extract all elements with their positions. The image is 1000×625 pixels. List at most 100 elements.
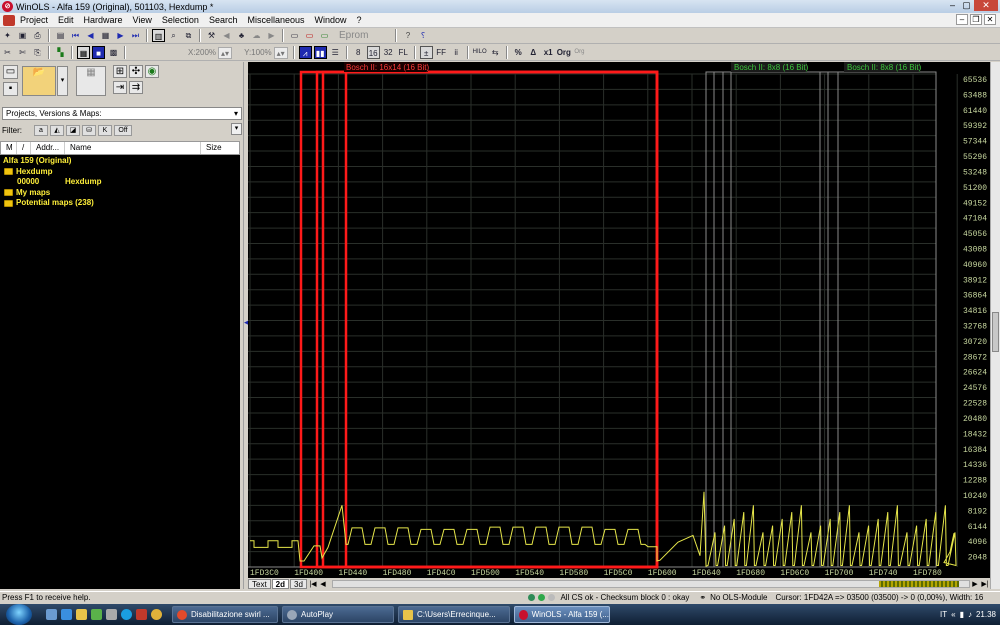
maximize-button[interactable]: ▢ <box>960 0 973 11</box>
tab-text[interactable]: Text <box>248 578 271 589</box>
map-view-icon[interactable]: ▩ <box>107 46 120 59</box>
task-winols[interactable]: WinOLS - Alfa 159 (... <box>514 606 610 623</box>
open-dropdown-icon[interactable]: ▾ <box>57 66 68 96</box>
print-icon[interactable]: ⎙ <box>31 29 44 42</box>
delta-icon[interactable]: Δ <box>527 46 540 59</box>
filter-dropdown-icon[interactable]: ▾ <box>231 123 242 135</box>
back-icon[interactable]: ◀ <box>220 29 233 42</box>
scrollbar-thumb[interactable] <box>992 312 999 352</box>
tree-icon[interactable]: ♣ <box>235 29 248 42</box>
filter-text-icon[interactable]: a <box>34 124 48 136</box>
prev-icon[interactable]: ◀ <box>84 29 97 42</box>
export-map-icon[interactable]: ⇉ <box>129 81 143 94</box>
media-icon[interactable] <box>91 609 102 620</box>
clock[interactable]: 21.38 <box>976 610 996 619</box>
menu-search[interactable]: Search <box>204 15 243 25</box>
task-autoplay[interactable]: AutoPlay <box>282 606 394 623</box>
network-icon[interactable]: ▮ <box>960 610 964 619</box>
forward-icon[interactable]: ▶ <box>265 29 278 42</box>
hexdump-graph[interactable]: Bosch II: 8x8 (16 Bit) Bosch II: 8x8 (16 … <box>248 62 990 578</box>
ie-icon[interactable] <box>61 609 72 620</box>
menu-project[interactable]: Project <box>15 15 53 25</box>
hilo-button[interactable]: HILO <box>473 46 487 59</box>
filter-2d-icon[interactable]: ◭ <box>50 124 64 136</box>
cloud-icon[interactable]: ☁ <box>250 29 263 42</box>
menu-help[interactable]: ? <box>352 15 367 25</box>
first-icon[interactable]: ⏮ <box>69 29 82 42</box>
column-size[interactable]: Size <box>201 142 239 154</box>
wave-view-icon[interactable]: ⩘ <box>298 46 312 59</box>
scroll-next-icon[interactable]: ▶ <box>970 580 980 588</box>
tree-folder-potential-maps[interactable]: Potential maps (238) <box>0 198 240 209</box>
volume-icon[interactable]: ♪ <box>968 610 972 619</box>
next-icon[interactable]: ▶ <box>114 29 127 42</box>
find-icon[interactable]: ⌕ <box>167 29 180 42</box>
table-view-icon[interactable]: ▦ <box>77 46 90 59</box>
scroll-last-icon[interactable]: ▶| <box>980 580 990 588</box>
winols-logo-icon[interactable]: ⊘ <box>2 1 13 12</box>
percent-icon[interactable]: % <box>512 46 525 59</box>
filter-off-button[interactable]: Off <box>114 124 132 136</box>
column-m[interactable]: M <box>1 142 17 154</box>
minimize-button[interactable]: – <box>946 0 959 11</box>
menu-hardware[interactable]: Hardware <box>79 15 128 25</box>
bit-32-button[interactable]: 32 <box>382 46 395 59</box>
map-tool-icon[interactable]: ✣ <box>129 65 143 78</box>
eprom-label[interactable]: Eprom <box>333 29 374 42</box>
graph-view-icon[interactable]: ■ <box>92 46 105 59</box>
signed-icon[interactable]: ± <box>419 46 433 59</box>
layout-icon[interactable]: ▚ <box>54 46 67 59</box>
tray-chevron-icon[interactable]: « <box>951 610 955 619</box>
eprom-dropdown-icon[interactable]: ▭ <box>318 29 331 42</box>
hexdump-view-icon[interactable]: ▥ <box>152 29 165 42</box>
project-tree[interactable]: Alfa 159 (Original) Hexdump 00000 Hexdum… <box>0 155 240 589</box>
filter-kh-icon[interactable]: K <box>98 124 112 136</box>
swap-icon[interactable]: ⇆ <box>489 46 502 59</box>
wand-icon[interactable]: ✦ <box>1 29 14 42</box>
tools-icon[interactable]: ⚒ <box>205 29 218 42</box>
copy-icon[interactable]: ✄ <box>16 46 29 59</box>
menu-view[interactable]: View <box>128 15 157 25</box>
security-icon[interactable] <box>136 609 147 620</box>
globe-icon[interactable]: ◉ <box>145 65 159 78</box>
menu-edit[interactable]: Edit <box>53 15 79 25</box>
export-icon[interactable]: ⇥ <box>113 81 127 94</box>
doc-red-icon[interactable]: ▭ <box>303 29 316 42</box>
tree-folder-my-maps[interactable]: My maps <box>0 188 240 199</box>
doc-icon[interactable]: ▭ <box>288 29 301 42</box>
tree-root[interactable]: Alfa 159 (Original) <box>0 156 240 167</box>
show-desktop-icon[interactable] <box>46 609 57 620</box>
paste-icon[interactable]: ⎘ <box>31 46 44 59</box>
vertical-scrollbar[interactable] <box>990 62 1000 589</box>
list-icon[interactable]: ☰ <box>329 46 342 59</box>
column-address[interactable]: Addr... <box>31 142 65 154</box>
task-explorer[interactable]: C:\Users\Errecinque... <box>398 606 510 623</box>
column-slash[interactable]: / <box>17 142 31 154</box>
scroll-prev-icon[interactable]: ◀ <box>318 580 328 588</box>
compare-icon[interactable]: ⧉ <box>182 29 195 42</box>
start-button[interactable] <box>6 604 32 625</box>
chrome-icon[interactable] <box>151 609 162 620</box>
projects-dropdown[interactable]: Projects, Versions & Maps: ▾ <box>2 107 242 120</box>
task-chrome[interactable]: Disabilitazione swirl ... <box>172 606 278 623</box>
tab-3d[interactable]: 3d <box>290 578 307 589</box>
language-indicator[interactable]: IT <box>940 610 947 619</box>
tree-item-hexdump[interactable]: 00000 Hexdump <box>0 177 240 188</box>
chevron-down-icon[interactable]: ▾ <box>234 108 238 119</box>
skype-icon[interactable] <box>121 609 132 620</box>
bit-8-button[interactable]: 8 <box>352 46 365 59</box>
filter-lock-icon[interactable]: ⛁ <box>82 124 96 136</box>
add-map-icon[interactable]: ⊞ <box>113 65 127 78</box>
mdi-minimize-button[interactable]: – <box>956 14 968 25</box>
cut-icon[interactable]: ✂ <box>1 46 14 59</box>
graph-view[interactable]: Bosch II: 8x8 (16 Bit) Bosch II: 8x8 (16 … <box>248 62 990 589</box>
menu-window[interactable]: Window <box>310 15 352 25</box>
chip-read-icon[interactable]: ▣ <box>16 29 29 42</box>
zoom-x-spinner[interactable]: X:200% ▴▾ <box>188 46 233 59</box>
grid-icon[interactable]: ▦ <box>99 29 112 42</box>
menu-selection[interactable]: Selection <box>157 15 204 25</box>
explorer-icon[interactable] <box>76 609 87 620</box>
bars-view-icon[interactable]: ▮▮ <box>313 46 327 59</box>
last-icon[interactable]: ⏭ <box>129 29 142 42</box>
import-icon[interactable]: ▦ <box>76 66 106 96</box>
